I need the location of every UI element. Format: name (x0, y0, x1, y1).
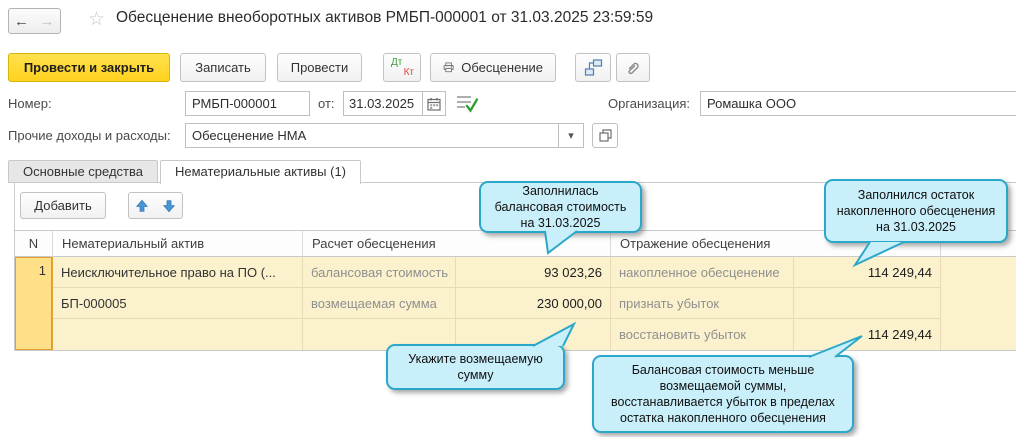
paperclip-icon (628, 62, 639, 74)
col-header-num: N (15, 231, 53, 257)
report-structure-button[interactable] (575, 53, 611, 82)
back-icon: ← (14, 12, 29, 30)
open-in-window-icon (598, 129, 612, 142)
number-label: Номер: (8, 96, 52, 111)
write-label: Записать (195, 60, 251, 75)
tab-intangible-assets-label: Нематериальные активы (1) (175, 164, 347, 179)
other-income-label: Прочие доходы и расходы: (8, 128, 171, 143)
other-income-open-button[interactable] (592, 123, 618, 148)
arrow-down-icon (162, 199, 175, 212)
callout-balance-filled: Заполнилась балансовая стоимость на 31.0… (479, 181, 642, 233)
favorite-star-icon[interactable]: ☆ (88, 8, 105, 31)
subordination-structure-icon (584, 59, 602, 76)
move-row-down-button[interactable] (155, 192, 183, 219)
date-label: от: (318, 96, 335, 111)
list-check-icon (457, 96, 479, 113)
other-income-dropdown-button[interactable]: ▾ (558, 123, 584, 148)
print-impairment-button[interactable]: Обесценение (430, 53, 556, 82)
number-input[interactable] (185, 91, 310, 116)
callout-restore-tail (808, 335, 863, 358)
asset-cell-line3[interactable] (53, 319, 303, 350)
organization-input[interactable] (700, 91, 1016, 116)
tab-intangible-assets[interactable]: Нематериальные активы (1) (160, 160, 362, 184)
callout-recoverable-hint: Укажите возмещаемую сумму (386, 344, 565, 390)
calc-label-cell[interactable]: возмещаемая сумма (303, 288, 456, 319)
write-button[interactable]: Записать (180, 53, 266, 82)
asset-cell-line1[interactable]: Неисключительное право на ПО (... (53, 257, 303, 288)
panel-left-border (14, 183, 15, 231)
calc-label-cell[interactable]: балансовая стоимость (303, 257, 456, 288)
move-row-up-button[interactable] (128, 192, 156, 219)
reflect-label-cell[interactable]: признать убыток (611, 288, 794, 319)
print-impairment-label: Обесценение (461, 60, 543, 75)
callout-balance-tail (544, 230, 578, 255)
post-button[interactable]: Провести (277, 53, 362, 82)
calendar-icon (427, 97, 441, 111)
reflect-label-cell[interactable]: восстановить убыток (611, 319, 794, 350)
reflect-label-cell[interactable]: накопленное обесценение (611, 257, 794, 288)
tab-fixed-assets-label: Основные средства (23, 164, 143, 179)
chevron-down-icon: ▾ (568, 130, 574, 142)
set-time-button[interactable] (456, 94, 479, 116)
calc-value-cell[interactable]: 230 000,00 (456, 288, 611, 319)
debit-icon: Дт (391, 57, 403, 68)
back-button[interactable]: ← (8, 8, 35, 34)
callout-accumulated-tail (852, 241, 905, 268)
callout-recoverable-tail (532, 321, 577, 347)
page-title: Обесценение внеоборотных активов РМБП-00… (116, 9, 654, 26)
asset-cell-line2[interactable]: БП-000005 (53, 288, 303, 319)
post-and-close-label: Провести и закрыть (23, 60, 155, 75)
add-row-button[interactable]: Добавить (20, 192, 106, 219)
calc-value-cell[interactable]: 93 023,26 (456, 257, 611, 288)
table-filler-cell[interactable] (941, 257, 1016, 350)
row-number-cell[interactable]: 1 (15, 257, 53, 350)
other-income-input[interactable] (185, 123, 559, 148)
arrow-up-icon (135, 199, 149, 212)
credit-icon: Кт (403, 67, 414, 78)
callout-accumulated-filled: Заполнился остаток накопленного обесцене… (824, 179, 1008, 243)
reflect-value-cell[interactable] (794, 288, 941, 319)
post-and-close-button[interactable]: Провести и закрыть (8, 53, 170, 82)
tab-fixed-assets[interactable]: Основные средства (8, 160, 158, 183)
post-label: Провести (290, 60, 349, 75)
forward-icon: → (39, 12, 55, 30)
col-header-asset: Нематериальный актив (53, 231, 303, 257)
attachments-button[interactable] (616, 53, 650, 82)
date-input[interactable] (343, 91, 423, 116)
printer-icon (443, 62, 454, 73)
organization-label: Организация: (608, 96, 691, 111)
callout-restore-loss: Балансовая стоимость меньше возмещаемой … (592, 355, 854, 433)
date-picker-button[interactable] (422, 91, 446, 116)
show-postings-button[interactable]: Дт Кт (383, 53, 421, 82)
document-window: ← → ☆ Обесценение внеоборотных активов Р… (0, 0, 1016, 437)
add-row-label: Добавить (34, 198, 92, 213)
forward-button[interactable]: → (34, 8, 61, 34)
